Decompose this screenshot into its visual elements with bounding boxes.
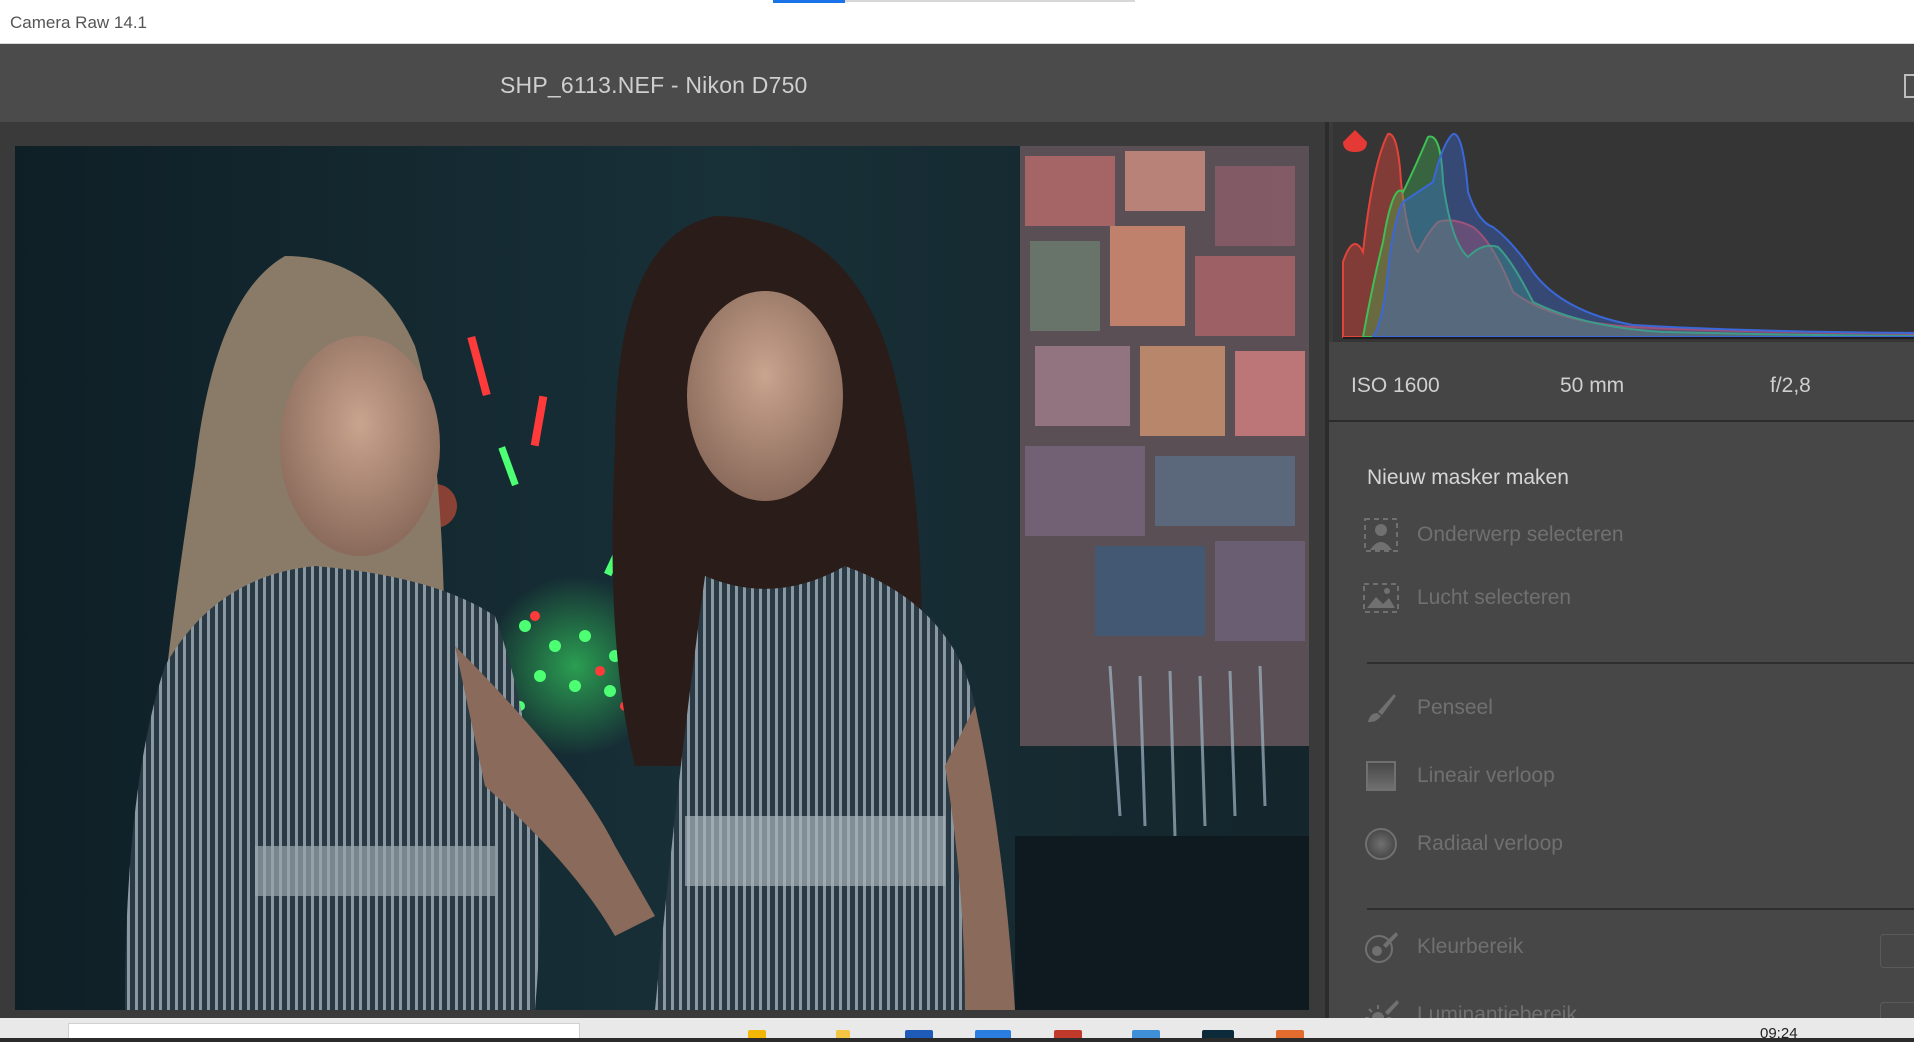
color-range-button[interactable]: Kleurbereik bbox=[1361, 927, 1901, 967]
photo-image bbox=[15, 146, 1309, 1010]
linear-gradient-label: Lineair verloop bbox=[1417, 764, 1555, 787]
mask-divider bbox=[1367, 662, 1914, 664]
document-name: SHP_6113.NEF - Nikon D750 bbox=[500, 72, 808, 98]
histogram bbox=[1333, 122, 1914, 342]
radial-gradient-icon bbox=[1361, 824, 1401, 864]
brush-button[interactable]: Penseel bbox=[1361, 688, 1901, 728]
select-sky-label: Lucht selecteren bbox=[1417, 586, 1572, 609]
right-panel: ISO 1600 50 mm f/2,8 Nieuw masker maken … bbox=[1325, 122, 1914, 1036]
photo-preview[interactable] bbox=[15, 146, 1309, 1010]
active-tab-indicator bbox=[773, 0, 845, 3]
select-sky-button[interactable]: Lucht selecteren bbox=[1361, 578, 1901, 618]
fullscreen-icon[interactable] bbox=[1904, 74, 1914, 98]
sky-icon bbox=[1361, 578, 1401, 618]
window-titlebar: Camera Raw 14.1 bbox=[0, 0, 1914, 44]
radial-gradient-label: Radiaal verloop bbox=[1417, 832, 1563, 855]
star-icon[interactable] bbox=[836, 1030, 850, 1038]
window-title: Camera Raw 14.1 bbox=[10, 13, 148, 32]
browser-icon[interactable] bbox=[975, 1030, 1011, 1038]
exif-info: ISO 1600 50 mm f/2,8 bbox=[1329, 342, 1914, 422]
tab-strip bbox=[845, 0, 1135, 2]
exif-iso: ISO 1600 bbox=[1351, 374, 1440, 397]
taskbar-search-box[interactable] bbox=[68, 1023, 580, 1038]
image-canvas[interactable] bbox=[0, 122, 1325, 1018]
create-mask-title: Nieuw masker maken bbox=[1367, 466, 1569, 489]
linear-gradient-button[interactable]: Lineair verloop bbox=[1361, 756, 1901, 796]
mail-icon[interactable] bbox=[1132, 1030, 1160, 1038]
linear-gradient-icon bbox=[1361, 756, 1401, 796]
select-subject-label: Onderwerp selecteren bbox=[1417, 523, 1624, 546]
exif-focal-length: 50 mm bbox=[1560, 374, 1625, 397]
highlight-clipping-warning-icon[interactable] bbox=[1341, 128, 1369, 154]
app-icon[interactable] bbox=[1276, 1030, 1304, 1038]
folder-icon[interactable] bbox=[748, 1030, 766, 1038]
color-range-icon bbox=[1361, 927, 1401, 967]
taskbar: 09:24 bbox=[0, 1018, 1914, 1042]
color-range-info-button[interactable] bbox=[1880, 934, 1914, 968]
brush-label: Penseel bbox=[1417, 696, 1493, 719]
brush-icon bbox=[1361, 688, 1401, 728]
radial-gradient-button[interactable]: Radiaal verloop bbox=[1361, 824, 1901, 864]
document-header: SHP_6113.NEF - Nikon D750 bbox=[0, 44, 1914, 122]
app-icon[interactable] bbox=[1054, 1030, 1082, 1038]
taskbar-clock: 09:24 bbox=[1760, 1025, 1798, 1042]
color-range-label: Kleurbereik bbox=[1417, 935, 1524, 958]
histogram-graph bbox=[1342, 133, 1914, 339]
select-subject-button[interactable]: Onderwerp selecteren bbox=[1361, 515, 1901, 555]
exif-aperture: f/2,8 bbox=[1770, 374, 1811, 397]
mask-divider bbox=[1367, 908, 1914, 910]
person-icon bbox=[1361, 515, 1401, 555]
word-icon[interactable] bbox=[905, 1030, 933, 1038]
photoshop-icon[interactable] bbox=[1202, 1030, 1234, 1038]
create-mask-panel: Nieuw masker maken Onderwerp selecteren … bbox=[1329, 422, 1914, 1036]
